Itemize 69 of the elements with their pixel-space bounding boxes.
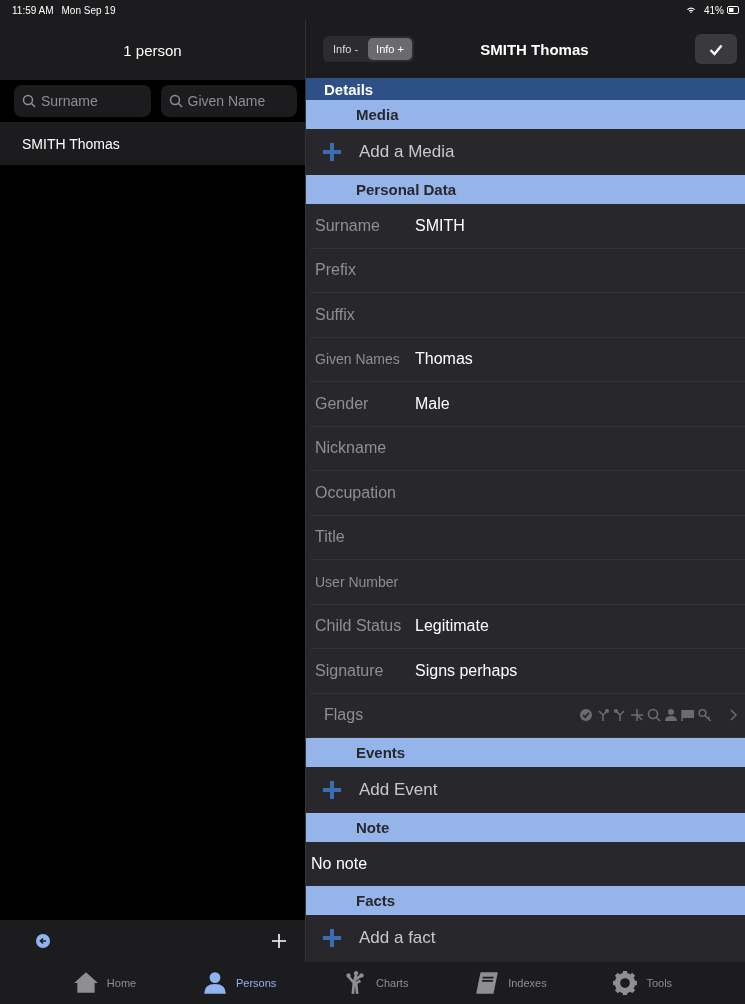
magnifier-icon[interactable] bbox=[647, 708, 661, 723]
field-label: Child Status bbox=[314, 617, 403, 636]
search-icon bbox=[22, 94, 36, 108]
tab-bar-item[interactable]: Charts bbox=[336, 962, 415, 1004]
field-value[interactable]: Legitimate bbox=[415, 617, 489, 636]
add-icon[interactable] bbox=[271, 933, 287, 949]
field-value[interactable]: Male bbox=[415, 394, 450, 413]
tab-bar-item[interactable]: Persons bbox=[195, 962, 283, 1004]
tab-bar-item[interactable]: Indexes bbox=[468, 962, 553, 1004]
add-label: Add Event bbox=[359, 780, 438, 800]
details-banner: Details bbox=[306, 78, 745, 100]
info-segment[interactable]: Info + bbox=[368, 38, 412, 60]
field-label: Suffix bbox=[314, 305, 356, 324]
plus-icon bbox=[323, 143, 341, 161]
checkmark-icon bbox=[709, 42, 723, 56]
section-header: Facts bbox=[306, 886, 745, 915]
back-arrow-icon[interactable] bbox=[36, 934, 50, 948]
list-title: 1 person bbox=[123, 41, 182, 59]
add-label: Add a fact bbox=[359, 928, 436, 948]
person-icon[interactable] bbox=[664, 708, 678, 723]
field-label: Signature bbox=[314, 661, 385, 680]
add-row[interactable]: Add a Media bbox=[306, 129, 745, 175]
field-label: Occupation bbox=[314, 483, 397, 502]
field-label: Given Names bbox=[314, 351, 401, 368]
tab-bar-item[interactable]: Tools bbox=[606, 962, 679, 1004]
section-header: Note bbox=[306, 813, 745, 842]
done-button[interactable] bbox=[695, 34, 737, 64]
field-label: Gender bbox=[314, 394, 370, 413]
plus-icon bbox=[323, 929, 341, 947]
section-header: Events bbox=[306, 738, 745, 767]
person-list-item[interactable]: SMITH Thomas bbox=[0, 122, 305, 165]
chevron-right-icon[interactable] bbox=[730, 709, 737, 722]
gear-icon bbox=[612, 970, 639, 996]
tab-bar-item[interactable]: Home bbox=[66, 962, 143, 1004]
status-time: 11:59 AM bbox=[12, 4, 54, 16]
search-icon bbox=[168, 94, 183, 108]
section-header: Personal Data bbox=[306, 175, 745, 204]
field-label: Title bbox=[314, 528, 346, 547]
field-label: User Number bbox=[314, 573, 400, 590]
add-label: Add a Media bbox=[359, 142, 455, 162]
search-field[interactable]: Given Name bbox=[160, 85, 297, 117]
field-value[interactable]: SMITH bbox=[415, 216, 465, 235]
note-text: No note bbox=[311, 855, 368, 873]
field-label: Surname bbox=[314, 216, 381, 235]
field-value[interactable]: Signs perhaps bbox=[415, 661, 518, 680]
check-circle-icon[interactable] bbox=[579, 708, 593, 723]
field-value[interactable]: Thomas bbox=[415, 350, 473, 369]
add-row[interactable]: Add a fact bbox=[306, 915, 745, 961]
house-icon bbox=[72, 970, 99, 996]
battery-icon bbox=[727, 6, 739, 14]
key-icon[interactable] bbox=[698, 708, 712, 723]
person-icon bbox=[201, 970, 228, 996]
status-date: Mon Sep 19 bbox=[61, 4, 116, 16]
info-segment[interactable]: Info - bbox=[325, 38, 367, 60]
field-label: Prefix bbox=[314, 261, 357, 280]
section-header: Media bbox=[306, 100, 745, 129]
person-title: SMITH Thomas bbox=[479, 40, 590, 58]
field-label: Flags bbox=[323, 706, 365, 725]
add-row[interactable]: Add Event bbox=[306, 767, 745, 813]
wifi-icon bbox=[686, 6, 696, 14]
search-field[interactable]: Surname bbox=[14, 85, 151, 117]
flag-icon[interactable] bbox=[681, 708, 695, 723]
book-icon bbox=[474, 970, 501, 996]
branch-icon[interactable] bbox=[596, 708, 610, 723]
field-label: Nickname bbox=[314, 439, 388, 458]
plus-icon bbox=[323, 781, 341, 799]
battery-percent: 41% bbox=[704, 4, 724, 16]
branch-icon[interactable] bbox=[613, 708, 627, 723]
branch-icon[interactable] bbox=[630, 708, 644, 723]
